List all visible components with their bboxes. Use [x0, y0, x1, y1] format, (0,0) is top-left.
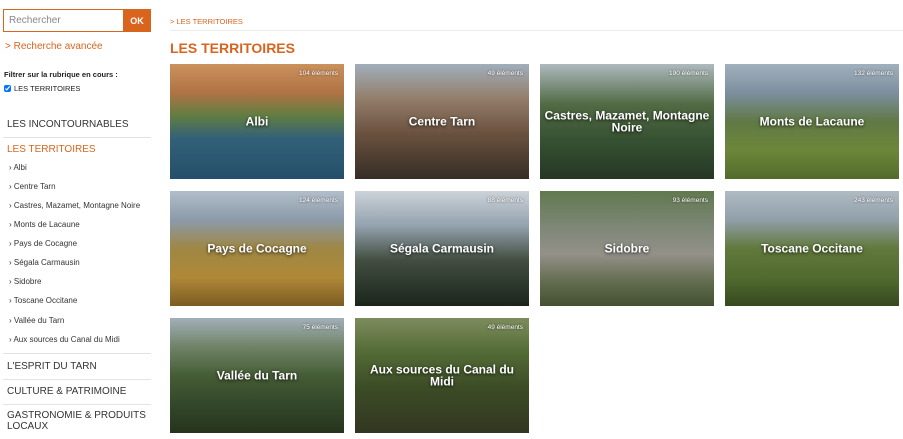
tile-centre-tarn[interactable]: 49 éléments Centre Tarn: [355, 64, 529, 179]
sidebar-item-albi[interactable]: › Albi: [9, 163, 27, 172]
tile-count: 49 éléments: [487, 70, 523, 77]
menu-territoires[interactable]: LES TERRITOIRES: [7, 144, 96, 155]
tile-vallee-du-tarn[interactable]: 75 éléments Vallée du Tarn: [170, 318, 344, 433]
tile-title: Albi: [245, 114, 269, 129]
tile-count: 132 éléments: [853, 70, 893, 77]
sidebar-item-canal-du-midi[interactable]: › Aux sources du Canal du Midi: [9, 335, 120, 344]
sidebar-item-centre-tarn[interactable]: › Centre Tarn: [9, 182, 56, 191]
tile-title: Ségala Carmausin: [389, 241, 495, 256]
tile-title: Pays de Cocagne: [207, 241, 307, 256]
tile-albi[interactable]: 104 éléments Albi: [170, 64, 344, 179]
search-button[interactable]: OK: [123, 9, 151, 32]
tile-toscane-occitane[interactable]: 243 éléments Toscane Occitane: [725, 191, 899, 306]
tile-count: 75 éléments: [302, 324, 338, 331]
breadcrumb-divider: [170, 30, 903, 31]
sidebar: OK > Recherche avancée Filtrer sur la ru…: [0, 0, 160, 439]
tile-count: 49 éléments: [487, 324, 523, 331]
menu-divider: [3, 379, 151, 380]
advanced-search-link[interactable]: > Recherche avancée: [5, 41, 103, 52]
tile-title: Monts de Lacaune: [759, 114, 865, 129]
tile-count: 243 éléments: [853, 197, 893, 204]
menu-divider: [3, 353, 151, 354]
tile-pays-de-cocagne[interactable]: 124 éléments Pays de Cocagne: [170, 191, 344, 306]
tile-castres[interactable]: 190 éléments Castres, Mazamet, Montagne …: [540, 64, 714, 179]
menu-esprit-du-tarn[interactable]: L'ESPRIT DU TARN: [7, 361, 97, 372]
search-bar: OK: [3, 9, 151, 32]
tile-title: Toscane Occitane: [761, 241, 863, 256]
filter-label: Filtrer sur la rubrique en cours :: [4, 70, 118, 79]
tile-count: 124 éléments: [298, 197, 338, 204]
sidebar-item-sidobre[interactable]: › Sidobre: [9, 277, 41, 286]
menu-divider: [3, 404, 151, 405]
tile-segala-carmausin[interactable]: 88 éléments Ségala Carmausin: [355, 191, 529, 306]
menu-incontournables[interactable]: LES INCONTOURNABLES: [7, 119, 129, 130]
tile-count: 190 éléments: [668, 70, 708, 77]
tile-sidobre[interactable]: 93 éléments Sidobre: [540, 191, 714, 306]
menu-culture-patrimoine[interactable]: CULTURE & PATRIMOINE: [7, 386, 126, 397]
sidebar-item-vallee-du-tarn[interactable]: › Vallée du Tarn: [9, 316, 64, 325]
sidebar-item-segala-carmausin[interactable]: › Ségala Carmausin: [9, 258, 80, 267]
tile-canal-du-midi[interactable]: 49 éléments Aux sources du Canal du Midi: [355, 318, 529, 433]
tile-count: 88 éléments: [487, 197, 523, 204]
tile-monts-de-lacaune[interactable]: 132 éléments Monts de Lacaune: [725, 64, 899, 179]
tile-title: Vallée du Tarn: [216, 368, 298, 383]
page-title: LES TERRITOIRES: [170, 40, 295, 56]
sidebar-item-castres[interactable]: › Castres, Mazamet, Montagne Noire: [9, 201, 140, 210]
tile-title: Castres, Mazamet, Montagne Noire: [544, 107, 710, 135]
tile-title: Centre Tarn: [408, 114, 476, 129]
tile-count: 93 éléments: [672, 197, 708, 204]
sidebar-item-toscane-occitane[interactable]: › Toscane Occitane: [9, 296, 77, 305]
sidebar-item-pays-de-cocagne[interactable]: › Pays de Cocagne: [9, 239, 77, 248]
menu-divider: [3, 137, 151, 138]
filter-checkbox-label: LES TERRITOIRES: [14, 84, 81, 93]
filter-checkbox-row[interactable]: LES TERRITOIRES: [4, 84, 80, 93]
tile-title: Sidobre: [604, 241, 650, 256]
menu-gastronomie[interactable]: GASTRONOMIE & PRODUITS LOCAUX: [7, 410, 152, 432]
breadcrumb[interactable]: > LES TERRITOIRES: [170, 17, 243, 26]
tile-title: Aux sources du Canal du Midi: [369, 361, 515, 389]
search-input[interactable]: [3, 9, 123, 32]
sidebar-item-monts-de-lacaune[interactable]: › Monts de Lacaune: [9, 220, 80, 229]
filter-checkbox[interactable]: [4, 85, 11, 92]
tile-count: 104 éléments: [298, 70, 338, 77]
